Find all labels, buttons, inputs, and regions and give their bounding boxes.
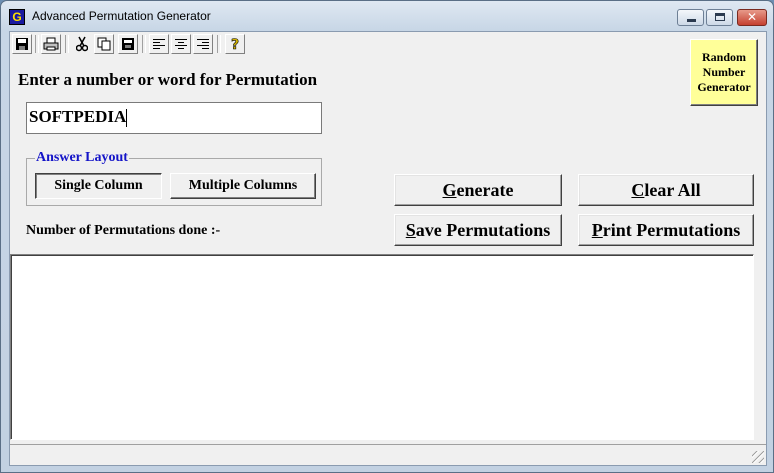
title-bar[interactable]: G Advanced Permutation Generator ✕	[1, 1, 773, 31]
maximize-icon	[715, 13, 725, 21]
save-permutations-accesskey: S	[405, 219, 416, 240]
clear-all-label: lear All	[644, 179, 701, 200]
minimize-button[interactable]	[677, 9, 704, 26]
generate-accesskey: G	[442, 179, 457, 200]
close-button[interactable]: ✕	[737, 9, 767, 26]
status-bar	[10, 444, 766, 465]
resize-grip[interactable]	[752, 451, 764, 463]
align-right-button[interactable]	[193, 34, 213, 54]
copy-icon	[97, 37, 111, 51]
save-permutations-label: ave Permutations	[415, 219, 551, 240]
rng-line-3: Generator	[697, 80, 751, 94]
random-number-generator-button[interactable]: Random Number Generator	[690, 39, 758, 106]
save-permutations-button[interactable]: Save Permutations	[394, 214, 562, 246]
client-area: ? Random Number Generator Enter a number…	[9, 31, 767, 466]
maximize-button[interactable]	[706, 9, 733, 26]
toolbar-separator	[217, 35, 221, 53]
align-right-icon	[197, 39, 209, 49]
window-title: Advanced Permutation Generator	[32, 9, 211, 23]
prompt-label: Enter a number or word for Permutation	[18, 70, 318, 89]
align-center-icon	[175, 39, 187, 49]
print-permutations-label: rint Permutations	[602, 219, 741, 240]
permutations-output-area[interactable]	[10, 254, 754, 440]
align-left-button[interactable]	[149, 34, 169, 54]
save-button[interactable]	[12, 34, 32, 54]
text-caret	[126, 109, 128, 128]
generate-button[interactable]: Generate	[394, 174, 562, 206]
rng-line-1: Random	[701, 50, 746, 64]
multiple-columns-button[interactable]: Multiple Columns	[170, 173, 316, 199]
app-window: G Advanced Permutation Generator ✕ ? Ran…	[0, 0, 774, 473]
cut-button[interactable]	[72, 34, 92, 54]
random-number-generator-label: Random Number Generator	[697, 50, 750, 95]
toolbar-separator	[142, 35, 146, 53]
rng-line-2: Number	[702, 65, 746, 79]
single-column-button[interactable]: Single Column	[35, 173, 162, 199]
clear-all-accesskey: C	[631, 179, 645, 200]
toolbar-separator	[65, 35, 69, 53]
close-icon: ✕	[746, 10, 758, 24]
toolbar-separator	[35, 35, 39, 53]
app-icon: G	[9, 9, 25, 25]
svg-text:?: ?	[231, 37, 239, 52]
help-icon: ?	[231, 37, 240, 52]
print-button[interactable]	[41, 34, 61, 54]
word-input[interactable]: SOFTPEDIA	[26, 102, 322, 134]
save-icon	[16, 38, 28, 50]
align-center-button[interactable]	[171, 34, 191, 54]
answer-layout-legend: Answer Layout	[35, 150, 129, 166]
copy-button[interactable]	[94, 34, 114, 54]
paste-button[interactable]	[118, 34, 138, 54]
print-permutations-accesskey: P	[591, 219, 603, 240]
cut-icon	[76, 36, 88, 52]
word-input-value: SOFTPEDIA	[29, 107, 127, 126]
generate-label: enerate	[456, 179, 514, 200]
paste-icon	[122, 38, 134, 50]
align-left-icon	[153, 39, 165, 49]
print-icon	[43, 37, 59, 51]
permutation-count-label: Number of Permutations done :-	[26, 223, 221, 238]
minimize-icon	[687, 19, 696, 22]
print-permutations-button[interactable]: Print Permutations	[578, 214, 754, 246]
clear-all-button[interactable]: Clear All	[578, 174, 754, 206]
toolbar: ?	[10, 32, 766, 56]
answer-layout-group: Answer Layout Single Column Multiple Col…	[26, 150, 322, 206]
help-button[interactable]: ?	[225, 34, 245, 54]
